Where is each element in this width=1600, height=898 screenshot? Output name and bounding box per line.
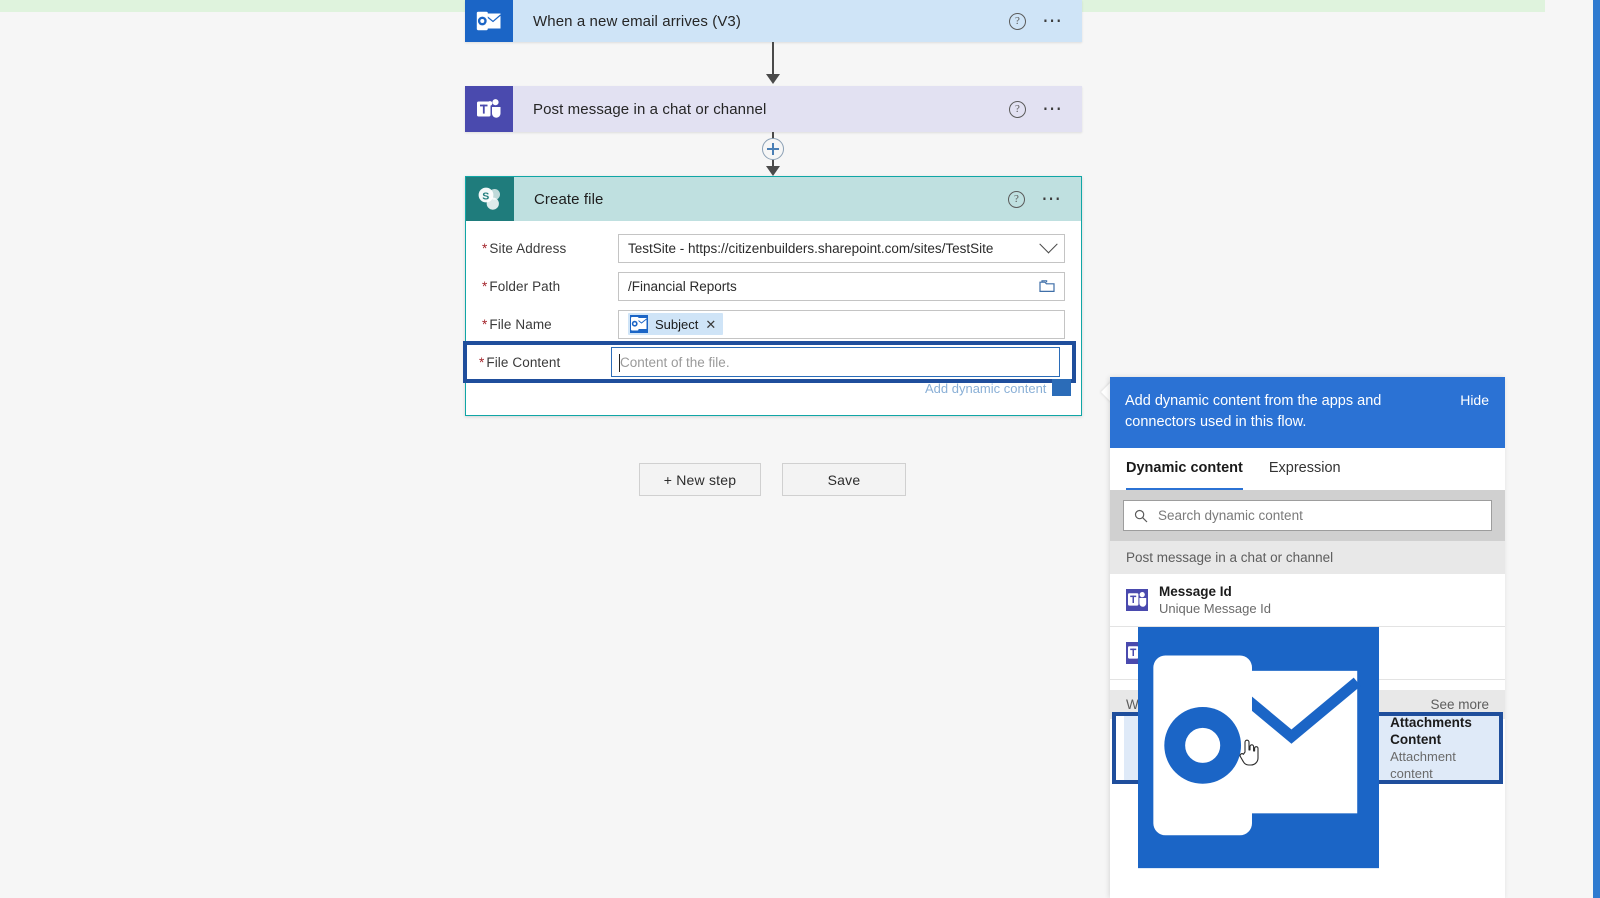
search-input[interactable]: Search dynamic content	[1123, 500, 1492, 531]
pointing-hand-cursor	[1239, 739, 1259, 766]
flow-step-actions: ? ⋯	[1009, 99, 1082, 119]
form-row-file-name: * File Name Subject ✕	[466, 305, 1081, 343]
search-icon	[1134, 509, 1148, 522]
svg-text:S: S	[482, 190, 489, 202]
dynamic-content-item-text: Message Id Unique Message Id	[1159, 583, 1271, 617]
field-label-site-address: * Site Address	[482, 240, 567, 256]
dynamic-content-tabs: Dynamic content Expression	[1110, 448, 1505, 490]
item-description: Unique Message Id	[1159, 601, 1272, 616]
dynamic-content-banner: Add dynamic content from the apps and co…	[1110, 377, 1505, 448]
form-row-file-content: * File Content Content of the file.	[463, 341, 1076, 383]
item-name: Message Id	[1159, 584, 1232, 599]
outlook-icon	[630, 315, 648, 333]
site-address-value: TestSite - https://citizenbuilders.share…	[628, 240, 994, 256]
ellipsis-icon[interactable]: ⋯	[1042, 99, 1064, 119]
required-asterisk: *	[482, 316, 488, 332]
tab-expression[interactable]: Expression	[1269, 460, 1341, 490]
ellipsis-icon[interactable]: ⋯	[1042, 11, 1064, 31]
outlook-icon	[465, 0, 513, 42]
create-file-header[interactable]: S Create file ? ⋯	[466, 177, 1081, 221]
required-asterisk: *	[479, 354, 485, 370]
file-name-input[interactable]: Subject ✕	[618, 309, 1065, 339]
field-label-folder-path: * Folder Path	[482, 278, 561, 294]
search-placeholder: Search dynamic content	[1158, 508, 1303, 523]
text-caret	[619, 354, 621, 372]
folder-icon[interactable]	[1039, 279, 1055, 293]
folder-path-input[interactable]: /Financial Reports	[618, 271, 1065, 301]
help-icon[interactable]: ?	[1009, 12, 1026, 30]
token-label: Subject	[655, 316, 699, 332]
create-file-actions: ? ⋯	[1008, 189, 1081, 209]
search-bar-wrap: Search dynamic content	[1110, 490, 1505, 541]
item-inner: Attachments Content Attachment content	[1124, 627, 1499, 869]
plus-icon[interactable]	[762, 138, 784, 160]
tab-dynamic-content[interactable]: Dynamic content	[1126, 460, 1243, 490]
help-icon[interactable]: ?	[1008, 190, 1025, 208]
app-root: When a new email arrives (V3) ? ⋯ Post m…	[0, 0, 1600, 898]
flow-step-card-teams[interactable]: Post message in a chat or channel ? ⋯	[465, 86, 1082, 132]
banner-text: Add dynamic content from the apps and co…	[1125, 393, 1382, 430]
item-description: Attachment content	[1390, 749, 1456, 781]
hide-button[interactable]: Hide	[1460, 391, 1489, 408]
form-row-folder-path: * Folder Path /Financial Reports	[466, 267, 1081, 305]
group-name: Post message in a chat or channel	[1126, 550, 1334, 565]
dynamic-content-item-attachments-content[interactable]: Attachments Content Attachment content	[1112, 627, 1503, 869]
save-button[interactable]: Save	[782, 463, 906, 496]
sharepoint-icon: S	[466, 177, 514, 221]
connector-arrow	[766, 74, 780, 84]
dynamic-content-item-text: Attachments Content Attachment content	[1390, 714, 1485, 782]
flow-canvas	[0, 12, 1110, 898]
ellipsis-icon[interactable]: ⋯	[1041, 189, 1063, 209]
close-icon[interactable]: ✕	[705, 318, 716, 331]
dynamic-content-item-message-id[interactable]: Message Id Unique Message Id	[1110, 574, 1505, 627]
flow-step-title: Post message in a chat or channel	[533, 100, 767, 118]
right-edge-accent	[1593, 0, 1600, 898]
teams-icon	[1126, 589, 1148, 611]
teams-icon	[465, 86, 513, 132]
field-label-file-content: * File Content	[479, 354, 561, 370]
file-content-input[interactable]: Content of the file.	[611, 347, 1060, 377]
flow-step-card-trigger[interactable]: When a new email arrives (V3) ? ⋯	[465, 0, 1082, 42]
see-more-link[interactable]: See more	[1430, 697, 1489, 712]
folder-path-value: /Financial Reports	[628, 278, 737, 294]
site-address-dropdown[interactable]: TestSite - https://citizenbuilders.share…	[618, 233, 1065, 263]
field-label-file-name: * File Name	[482, 316, 552, 332]
add-dynamic-content-icon[interactable]	[1052, 379, 1071, 396]
flow-step-title: When a new email arrives (V3)	[533, 12, 741, 30]
dynamic-content-group-header-teams: Post message in a chat or channel	[1110, 541, 1505, 574]
connector-arrow	[766, 166, 780, 176]
help-icon[interactable]: ?	[1009, 100, 1026, 118]
required-asterisk: *	[482, 240, 488, 256]
required-asterisk: *	[482, 278, 488, 294]
file-content-placeholder: Content of the file.	[620, 354, 730, 370]
item-name: Attachments Content	[1390, 715, 1472, 747]
flow-step-actions: ? ⋯	[1009, 11, 1082, 31]
form-row-site-address: * Site Address TestSite - https://citizen…	[466, 229, 1081, 267]
chevron-down-icon[interactable]	[1039, 234, 1058, 253]
new-step-button[interactable]: + New step	[639, 463, 761, 496]
dynamic-token-subject[interactable]: Subject ✕	[628, 313, 724, 335]
connector-line	[772, 42, 774, 76]
create-file-title: Create file	[534, 190, 604, 208]
